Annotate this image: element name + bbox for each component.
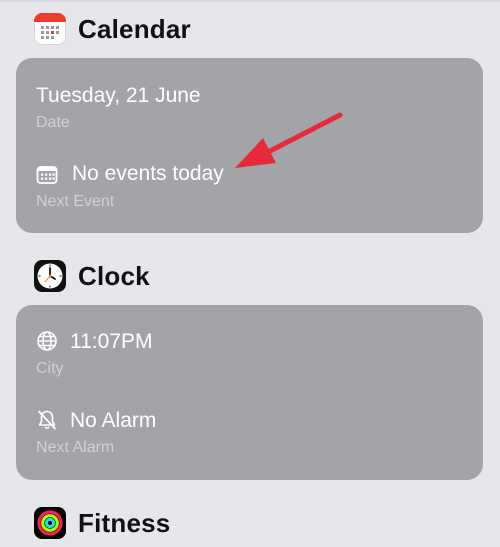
calendar-next-event-label: Next Event xyxy=(36,193,115,210)
clock-city-label: City xyxy=(36,360,64,377)
calendar-date-label: Date xyxy=(36,114,70,131)
globe-icon xyxy=(37,331,57,351)
calendar-app-icon xyxy=(34,13,66,45)
clock-widget-card[interactable]: 11:07PM City No Alarm Next Alarm xyxy=(16,305,483,480)
clock-app-icon xyxy=(34,260,66,292)
bell-slash-icon xyxy=(38,410,56,430)
calendar-grid-icon xyxy=(36,166,58,184)
clock-title: Clock xyxy=(78,260,150,291)
calendar-widget-card[interactable]: Tuesday, 21 June Date No events today Ne… xyxy=(16,58,483,233)
calendar-title: Calendar xyxy=(78,13,191,44)
calendar-section-header: Calendar xyxy=(34,12,191,46)
calendar-next-event-value: No events today xyxy=(72,162,224,185)
clock-section-header: Clock xyxy=(34,259,150,293)
calendar-date-value: Tuesday, 21 June xyxy=(36,84,201,107)
clock-alarm-label: Next Alarm xyxy=(36,439,115,456)
clock-alarm-value: No Alarm xyxy=(70,409,157,432)
fitness-title: Fitness xyxy=(78,507,171,538)
clock-time-value: 11:07PM xyxy=(70,330,153,353)
fitness-app-icon xyxy=(34,507,66,539)
top-divider xyxy=(0,0,500,2)
fitness-section-header: Fitness xyxy=(34,506,170,540)
